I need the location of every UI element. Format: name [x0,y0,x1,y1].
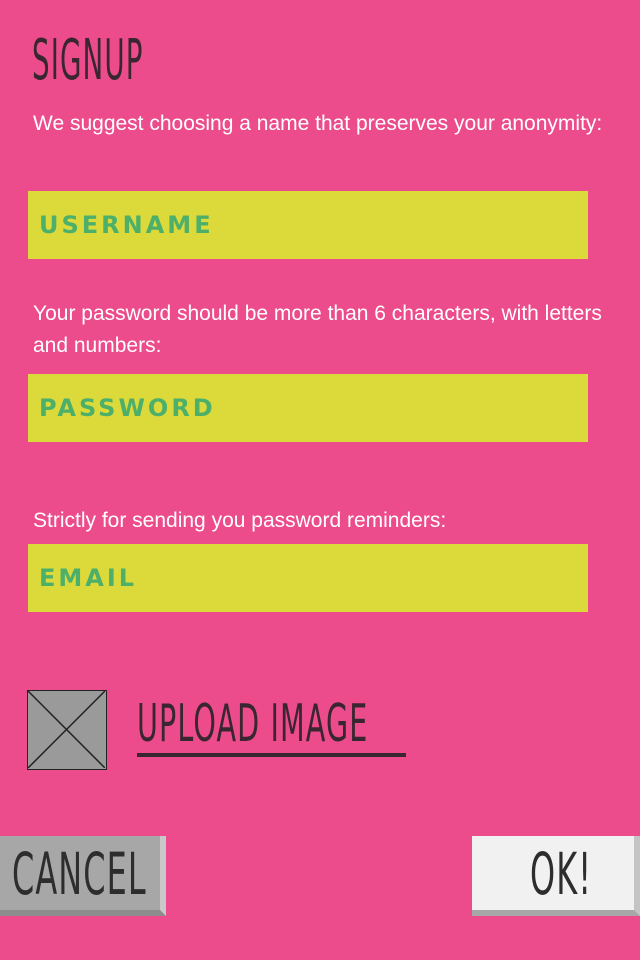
image-placeholder-icon[interactable] [27,690,107,770]
email-field[interactable] [28,544,588,612]
username-field[interactable] [28,191,588,259]
cancel-button-label: CANCEL [12,840,147,908]
email-hint: Strictly for sending you password remind… [33,509,447,532]
cancel-button[interactable]: CANCEL [0,836,166,916]
password-hint: Your password should be more than 6 char… [33,302,602,357]
image-placeholder-cross [28,691,105,768]
upload-image-link[interactable]: UPLOAD IMAGE [137,694,368,754]
password-field[interactable] [28,374,588,442]
upload-image-underline [137,753,406,757]
ok-button[interactable]: OK! [472,836,640,916]
ok-button-label: OK! [530,840,593,908]
page-title: SIGNUP [32,28,144,93]
username-hint: We suggest choosing a name that preserve… [33,112,603,135]
